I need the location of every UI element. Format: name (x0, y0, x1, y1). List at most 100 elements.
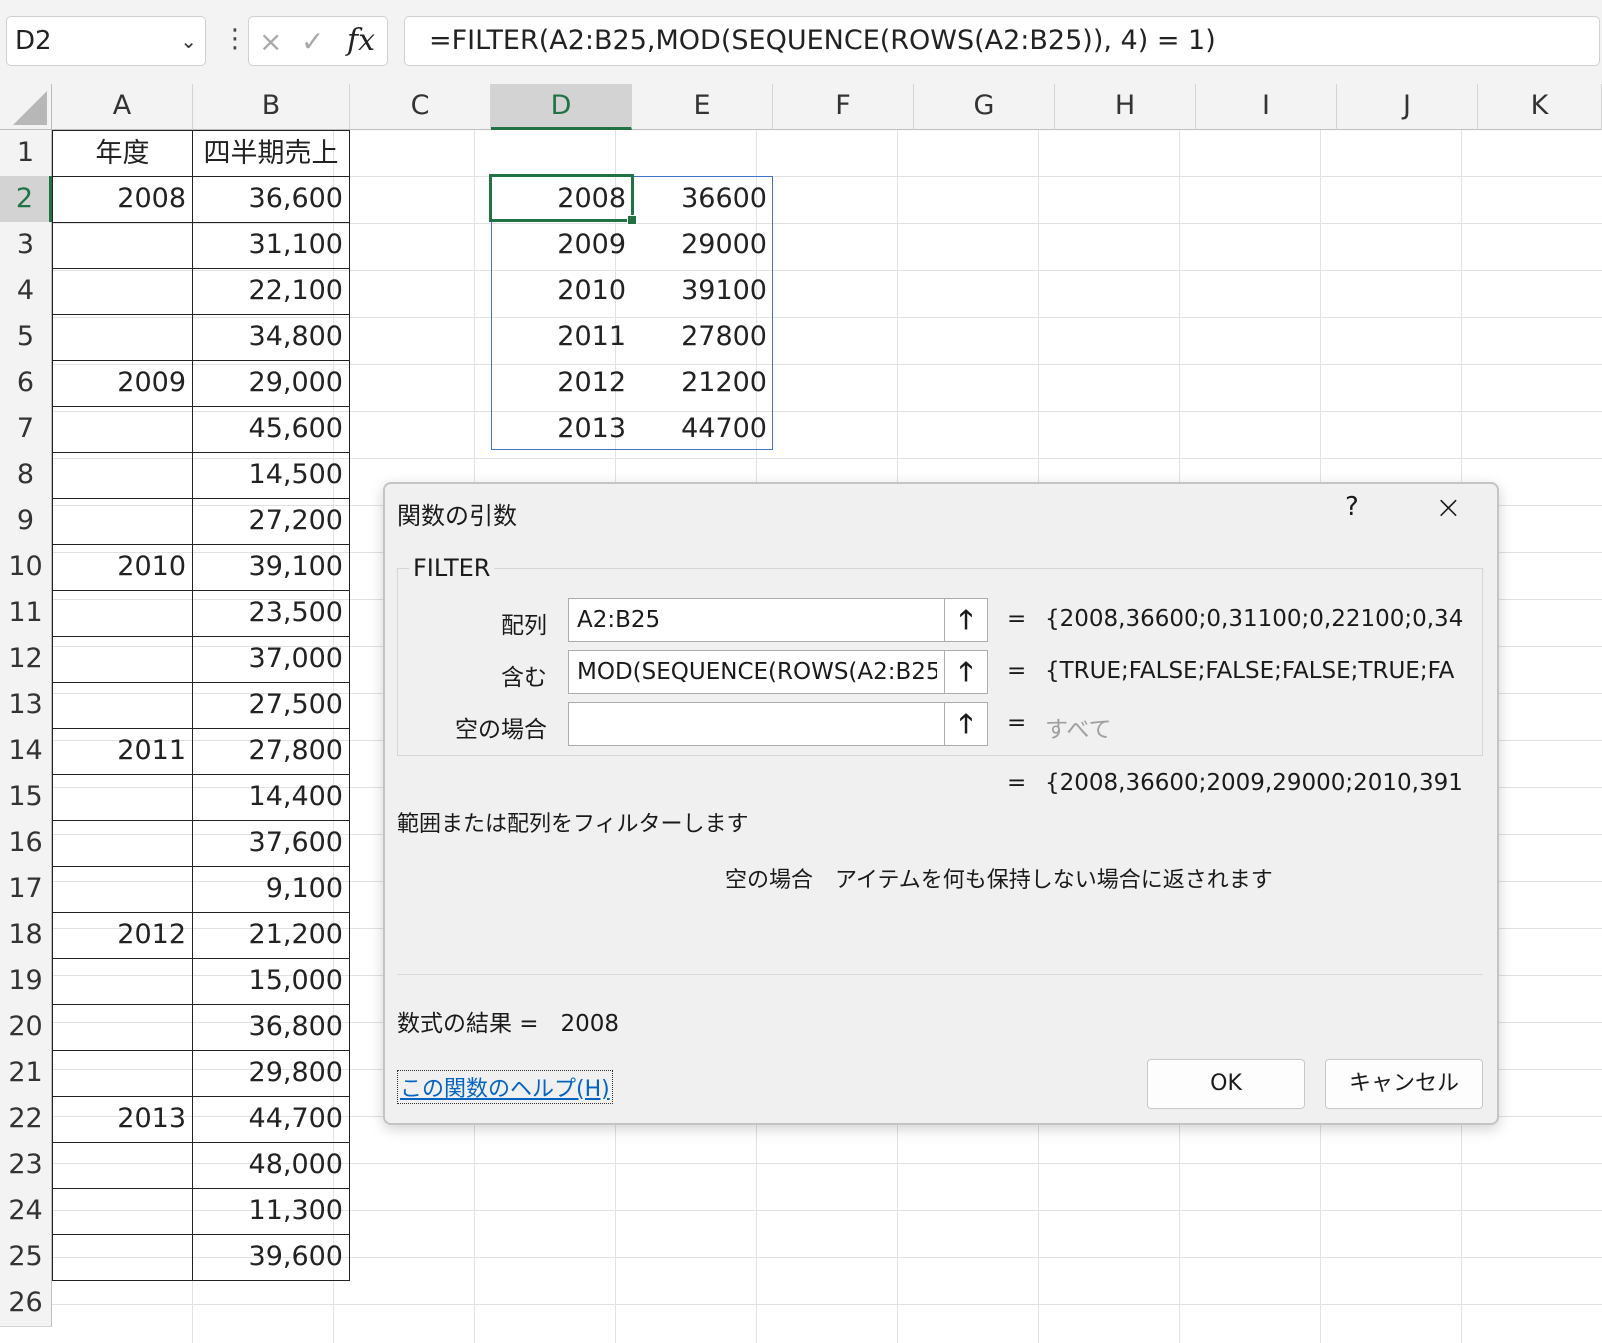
close-icon[interactable]: × (1435, 488, 1462, 526)
cell-b9[interactable]: 27,200 (193, 498, 350, 545)
column-header-h[interactable]: H (1055, 84, 1196, 130)
cell-a25[interactable] (52, 1234, 193, 1281)
cell-b10[interactable]: 39,100 (193, 544, 350, 591)
row-header-7[interactable]: 7 (0, 406, 52, 453)
row-header-18[interactable]: 18 (0, 912, 52, 959)
cell-b17[interactable]: 9,100 (193, 866, 350, 913)
column-header-g[interactable]: G (914, 84, 1055, 130)
cell-b12[interactable]: 37,000 (193, 636, 350, 683)
cell-a10[interactable]: 2010 (52, 544, 193, 591)
active-cell-d2[interactable] (489, 174, 637, 225)
row-header-4[interactable]: 4 (0, 268, 52, 315)
cell-a19[interactable] (52, 958, 193, 1005)
cell-b24[interactable]: 11,300 (193, 1188, 350, 1235)
cell-b19[interactable]: 15,000 (193, 958, 350, 1005)
cell-b13[interactable]: 27,500 (193, 682, 350, 729)
row-header-24[interactable]: 24 (0, 1188, 52, 1235)
cell-b14[interactable]: 27,800 (193, 728, 350, 775)
cell-b16[interactable]: 37,600 (193, 820, 350, 867)
more-options-icon[interactable]: ⋮ (222, 24, 248, 54)
row-header-19[interactable]: 19 (0, 958, 52, 1005)
insert-function-icon[interactable]: fx (347, 23, 375, 58)
cell-a3[interactable] (52, 222, 193, 269)
cell-e6[interactable]: 21200 (632, 360, 773, 407)
name-box[interactable]: D2 ⌄ (6, 16, 206, 66)
row-header-6[interactable]: 6 (0, 360, 52, 407)
collapse-dialog-icon[interactable]: 🡑 (944, 703, 987, 745)
cell-b3[interactable]: 31,100 (193, 222, 350, 269)
cell-a18[interactable]: 2012 (52, 912, 193, 959)
row-header-20[interactable]: 20 (0, 1004, 52, 1051)
cell-e4[interactable]: 39100 (632, 268, 773, 315)
column-header-k[interactable]: K (1478, 84, 1602, 130)
cell-a20[interactable] (52, 1004, 193, 1051)
cell-a5[interactable] (52, 314, 193, 361)
cell-a2[interactable]: 2008 (52, 176, 193, 223)
cell-a9[interactable] (52, 498, 193, 545)
cell-a8[interactable] (52, 452, 193, 499)
cell-a4[interactable] (52, 268, 193, 315)
column-header-f[interactable]: F (773, 84, 914, 130)
row-header-21[interactable]: 21 (0, 1050, 52, 1097)
row-header-15[interactable]: 15 (0, 774, 52, 821)
arg-input-include[interactable]: MOD(SEQUENCE(ROWS(A2:B25 🡑 (568, 650, 988, 694)
column-header-b[interactable]: B (193, 84, 350, 130)
help-icon[interactable]: ? (1345, 492, 1359, 522)
cell-b4[interactable]: 22,100 (193, 268, 350, 315)
cell-b8[interactable]: 14,500 (193, 452, 350, 499)
cell-b5[interactable]: 34,800 (193, 314, 350, 361)
row-header-1[interactable]: 1 (0, 130, 52, 177)
cell-e5[interactable]: 27800 (632, 314, 773, 361)
cell-d4[interactable]: 2010 (491, 268, 632, 315)
cancel-button[interactable]: キャンセル (1325, 1059, 1483, 1109)
cell-b20[interactable]: 36,800 (193, 1004, 350, 1051)
column-header-a[interactable]: A (52, 84, 193, 130)
column-header-e[interactable]: E (632, 84, 773, 130)
cell-d3[interactable]: 2009 (491, 222, 632, 269)
cell-b11[interactable]: 23,500 (193, 590, 350, 637)
cell-a15[interactable] (52, 774, 193, 821)
row-header-8[interactable]: 8 (0, 452, 52, 499)
cell-a13[interactable] (52, 682, 193, 729)
cell-a24[interactable] (52, 1188, 193, 1235)
row-header-26[interactable]: 26 (0, 1280, 52, 1327)
arg-input-array[interactable]: A2:B25 🡑 (568, 598, 988, 642)
column-header-c[interactable]: C (350, 84, 491, 130)
column-header-d[interactable]: D (491, 84, 632, 130)
cell-d7[interactable]: 2013 (491, 406, 632, 453)
row-header-22[interactable]: 22 (0, 1096, 52, 1143)
row-header-16[interactable]: 16 (0, 820, 52, 867)
ok-button[interactable]: OK (1147, 1059, 1305, 1109)
row-header-23[interactable]: 23 (0, 1142, 52, 1189)
cell-b21[interactable]: 29,800 (193, 1050, 350, 1097)
cancel-icon[interactable]: × (259, 25, 282, 58)
cell-b23[interactable]: 48,000 (193, 1142, 350, 1189)
cell-a12[interactable] (52, 636, 193, 683)
cell-a23[interactable] (52, 1142, 193, 1189)
row-header-17[interactable]: 17 (0, 866, 52, 913)
column-header-i[interactable]: I (1196, 84, 1337, 130)
column-header-j[interactable]: J (1337, 84, 1478, 130)
row-header-11[interactable]: 11 (0, 590, 52, 637)
row-header-5[interactable]: 5 (0, 314, 52, 361)
row-header-14[interactable]: 14 (0, 728, 52, 775)
row-header-13[interactable]: 13 (0, 682, 52, 729)
cell-a14[interactable]: 2011 (52, 728, 193, 775)
cell-a6[interactable]: 2009 (52, 360, 193, 407)
collapse-dialog-icon[interactable]: 🡑 (944, 599, 987, 641)
row-header-25[interactable]: 25 (0, 1234, 52, 1281)
row-header-2[interactable]: 2 (0, 176, 52, 223)
cell-e2[interactable]: 36600 (632, 176, 773, 223)
cell-a17[interactable] (52, 866, 193, 913)
cell-e7[interactable]: 44700 (632, 406, 773, 453)
collapse-dialog-icon[interactable]: 🡑 (944, 651, 987, 693)
cell-a22[interactable]: 2013 (52, 1096, 193, 1143)
cell-b25[interactable]: 39,600 (193, 1234, 350, 1281)
arg-input-if-empty[interactable]: 🡑 (568, 702, 988, 746)
cell-a16[interactable] (52, 820, 193, 867)
function-help-link[interactable]: この関数のヘルプ(H) (397, 1070, 613, 1104)
cell-b18[interactable]: 21,200 (193, 912, 350, 959)
cell-a21[interactable] (52, 1050, 193, 1097)
cell-b6[interactable]: 29,000 (193, 360, 350, 407)
row-header-10[interactable]: 10 (0, 544, 52, 591)
